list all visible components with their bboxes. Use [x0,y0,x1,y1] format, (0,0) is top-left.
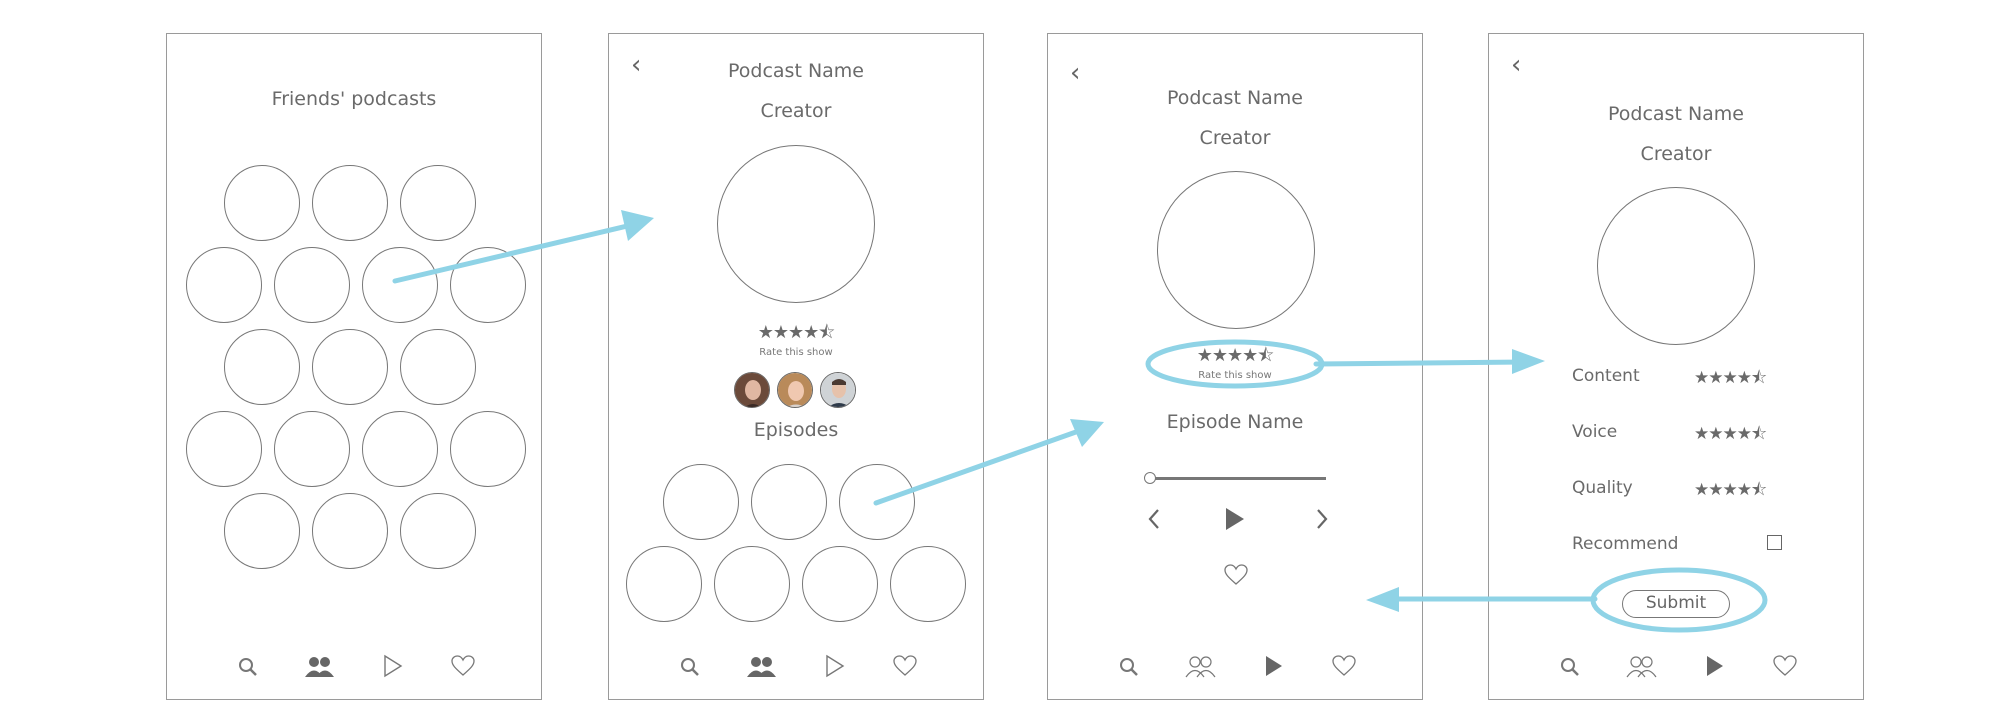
rating-label-content: Content [1572,366,1640,386]
rating-stars[interactable]: ★★★★⯪ [1048,343,1422,373]
play-icon[interactable] [824,654,846,678]
friend-avatar[interactable] [820,372,856,408]
creator-name: Creator [760,100,832,122]
previous-icon[interactable] [1146,507,1162,531]
progress-handle[interactable] [1144,472,1156,484]
episode-thumbnail[interactable] [802,546,878,622]
episodes-heading: Episodes [753,419,839,441]
rate-label: Rate this show [1198,370,1272,381]
podcast-thumbnail[interactable] [224,493,300,569]
recommend-checkbox[interactable] [1767,535,1782,550]
episode-thumbnail[interactable] [714,546,790,622]
bottom-nav [609,651,983,681]
episode-thumbnail[interactable] [663,464,739,540]
search-icon[interactable] [1118,656,1140,678]
rating-stars[interactable]: ★★★★⯪ [609,320,983,350]
bottom-nav [1489,651,1863,681]
recommend-label: Recommend [1572,534,1679,554]
episode-thumbnail[interactable] [626,546,702,622]
back-chevron-icon[interactable]: ‹ [1070,60,1080,86]
rating-stars-voice[interactable]: ★★★★⯪ [1694,421,1767,450]
podcast-thumbnail[interactable] [400,493,476,569]
back-chevron-icon[interactable]: ‹ [1511,52,1521,78]
podcast-cover [1597,187,1755,345]
podcast-thumbnail[interactable] [400,165,476,241]
heart-icon[interactable] [893,655,917,677]
rating-stars-content[interactable]: ★★★★⯪ [1694,365,1767,394]
episode-thumbnail[interactable] [751,464,827,540]
heart-icon[interactable] [451,655,475,677]
progress-track[interactable] [1148,477,1326,480]
podcast-thumbnail[interactable] [362,247,438,323]
podcast-name: Podcast Name [1167,87,1303,109]
screen-rate-show: ‹ Podcast Name Creator Content ★★★★⯪ Voi… [1488,33,1864,700]
podcast-thumbnail[interactable] [312,329,388,405]
heart-icon[interactable] [1332,655,1356,677]
podcast-thumbnail[interactable] [186,411,262,487]
screen-friends-podcasts: Friends' podcasts [166,33,542,700]
podcast-cover [717,145,875,303]
play-icon[interactable] [1224,506,1246,532]
friends-icon[interactable] [1185,655,1217,679]
friends-icon[interactable] [746,655,778,679]
friend-avatar[interactable] [734,372,770,408]
podcast-name: Podcast Name [728,60,864,82]
podcast-thumbnail[interactable] [450,411,526,487]
bottom-nav [1048,651,1422,681]
podcast-thumbnail[interactable] [312,493,388,569]
heart-icon[interactable] [1224,564,1248,586]
podcast-name: Podcast Name [1608,103,1744,125]
screen-player: ‹ Podcast Name Creator ★★★★⯪ Rate this s… [1047,33,1423,700]
podcast-thumbnail[interactable] [186,247,262,323]
episode-name: Episode Name [1166,411,1304,433]
rating-label-quality: Quality [1572,478,1633,498]
play-icon[interactable] [1704,654,1726,678]
podcast-thumbnail[interactable] [224,329,300,405]
next-icon[interactable] [1314,507,1330,531]
creator-name: Creator [1199,127,1271,149]
friend-avatar[interactable] [777,372,813,408]
rate-label: Rate this show [759,347,833,358]
submit-button[interactable]: Submit [1622,590,1730,618]
podcast-thumbnail[interactable] [400,329,476,405]
search-icon[interactable] [1559,656,1581,678]
episode-thumbnail[interactable] [839,464,915,540]
podcast-thumbnail[interactable] [312,165,388,241]
podcast-thumbnail[interactable] [274,247,350,323]
podcast-thumbnail[interactable] [224,165,300,241]
bottom-nav [167,651,541,681]
creator-name: Creator [1640,143,1712,165]
podcast-thumbnail[interactable] [362,411,438,487]
friends-icon[interactable] [1626,655,1658,679]
episode-thumbnail[interactable] [890,546,966,622]
friends-icon[interactable] [304,655,336,679]
heart-icon[interactable] [1773,655,1797,677]
podcast-thumbnail[interactable] [274,411,350,487]
rating-label-voice: Voice [1572,422,1618,442]
page-title: Friends' podcasts [271,88,437,110]
play-icon[interactable] [1263,654,1285,678]
screen-podcast-detail: ‹ Podcast Name Creator ★★★★⯪ Rate this s… [608,33,984,700]
search-icon[interactable] [679,656,701,678]
podcast-thumbnail[interactable] [450,247,526,323]
rating-stars-quality[interactable]: ★★★★⯪ [1694,477,1767,506]
search-icon[interactable] [237,656,259,678]
podcast-cover [1157,171,1315,329]
play-icon[interactable] [382,654,404,678]
